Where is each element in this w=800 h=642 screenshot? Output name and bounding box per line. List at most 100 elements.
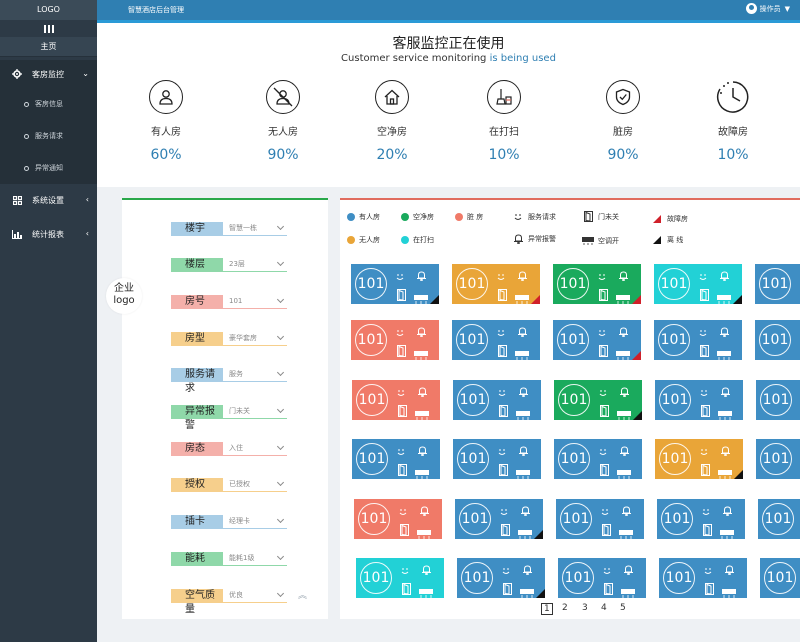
bell-icon [417,441,428,460]
sidebar-item-label: 统计报表 [32,229,64,239]
room-number: 101 [461,562,493,594]
sidebar-item-reports[interactable]: 统计报表 ‹ [0,220,97,248]
filter-select[interactable]: 已授权 [223,478,287,492]
room-card[interactable]: 101 [760,558,800,598]
cleaning-icon [487,80,521,114]
room-number: 101 [759,268,791,300]
door-icon [397,286,406,305]
door-icon [498,286,507,305]
filter-select[interactable]: 门未关 [223,405,287,419]
filter-select[interactable]: 豪华套房 [223,332,287,346]
chevron-down-icon [276,478,285,487]
sidebar-subitem-room-info[interactable]: 客房信息 [0,88,97,120]
sidebar-item-home[interactable]: 主页 [0,37,97,57]
bell-icon [720,382,731,401]
room-number: 101 [355,324,387,356]
room-card[interactable]: 101 [452,320,540,360]
caret-down-icon: ▼ [784,4,790,13]
menu-toggle-icon[interactable] [0,21,97,37]
room-number: 101 [356,443,388,475]
filter-select[interactable]: 优良 [223,589,287,603]
room-card[interactable]: 101 [354,499,442,539]
sidebar-item-room-monitor[interactable]: 客房监控 ⌄ [0,60,97,88]
room-card[interactable]: 101 [352,380,440,420]
offline-flag-icon [734,470,743,479]
room-card[interactable]: 101 [455,499,543,539]
room-card[interactable]: 101 [654,264,742,304]
stats-subtitle-highlight: is being used [489,53,556,64]
filter-select[interactable]: 能耗1级 [223,552,287,566]
room-card[interactable]: 101 [453,380,541,420]
smile-icon [497,383,507,402]
bar-chart-icon [12,229,22,239]
room-card[interactable]: 101 [553,264,641,304]
room-card[interactable]: 101 [351,264,439,304]
filter-label: 插卡 [171,515,223,529]
room-card[interactable]: 101 [657,499,745,539]
room-card[interactable]: 101 [755,264,800,304]
room-card[interactable]: 101 [352,439,440,479]
filter-label: 授权 [171,478,223,492]
filter-select[interactable]: 23层 [223,258,287,272]
filter-select[interactable]: 智慧一栋 [223,222,287,236]
clock-icon [716,80,750,114]
room-card[interactable]: 101 [554,439,642,479]
filter-select[interactable]: 服务 [223,368,287,382]
room-card[interactable]: 101 [351,320,439,360]
filter-select[interactable]: 经理卡 [223,515,287,529]
room-card[interactable]: 101 [655,439,743,479]
room-card[interactable]: 101 [452,264,540,304]
chevron-down-icon [276,332,285,341]
ac-icon [717,289,731,308]
filter-select[interactable]: 101 [223,295,287,309]
stat-label: 在打扫 [489,127,519,138]
room-card[interactable]: 101 [756,380,800,420]
filter-row: 房号 101 [171,295,287,309]
corporate-logo: 企业 logo [106,278,142,314]
door-icon [582,211,594,222]
page-link[interactable]: 1 [541,603,553,615]
top-header: 智慧酒店后台管理 操作员 ▼ [97,0,800,20]
user-menu[interactable]: 操作员 ▼ [745,3,790,14]
ac-icon [419,583,433,602]
sidebar-item-settings[interactable]: 系统设置 ‹ [0,186,97,214]
stat-percent: 20% [376,147,408,163]
room-card[interactable]: 101 [453,439,541,479]
room-card[interactable]: 101 [654,320,742,360]
room-card[interactable]: 101 [556,499,644,539]
door-icon [602,521,611,540]
sidebar-subitem-service-request[interactable]: 服务请求 [0,120,97,152]
room-card[interactable]: 101 [558,558,646,598]
page-link[interactable]: 5 [620,603,626,613]
room-card[interactable]: 101 [655,380,743,420]
page-link[interactable]: 3 [582,603,588,613]
room-card[interactable]: 101 [553,320,641,360]
accent-bar [97,20,800,23]
page-link[interactable]: 2 [562,603,568,613]
filter-select[interactable]: 入住 [223,442,287,456]
room-card[interactable]: 101 [756,439,800,479]
bullet-icon [24,165,29,171]
ac-icon [515,289,529,308]
stat-percent: 10% [488,147,520,163]
sidebar-subitem-exception[interactable]: 异常通知 [0,152,97,184]
sidebar-subitem-label: 服务请求 [35,132,63,140]
room-card[interactable]: 101 [755,320,800,360]
bell-icon [518,441,529,460]
smile-icon [698,267,708,286]
room-card[interactable]: 101 [554,380,642,420]
legend-cleaning: 在打扫 [401,235,434,245]
ac-icon [414,345,428,364]
filter-select-value: 能耗1级 [229,554,255,562]
room-card[interactable]: 101 [659,558,747,598]
stat-occupied: 有人房 60% [126,80,206,163]
room-card[interactable]: 101 [457,558,545,598]
collapse-up-icon[interactable]: ︽ [298,588,307,601]
fault-flag-icon [531,295,540,304]
ac-icon [616,345,630,364]
room-card[interactable]: 101 [758,499,800,539]
legend-fault: 故障房 [651,213,688,224]
room-card[interactable]: 101 [356,558,444,598]
page-link[interactable]: 4 [601,603,607,613]
filter-label: 楼层 [171,258,223,272]
